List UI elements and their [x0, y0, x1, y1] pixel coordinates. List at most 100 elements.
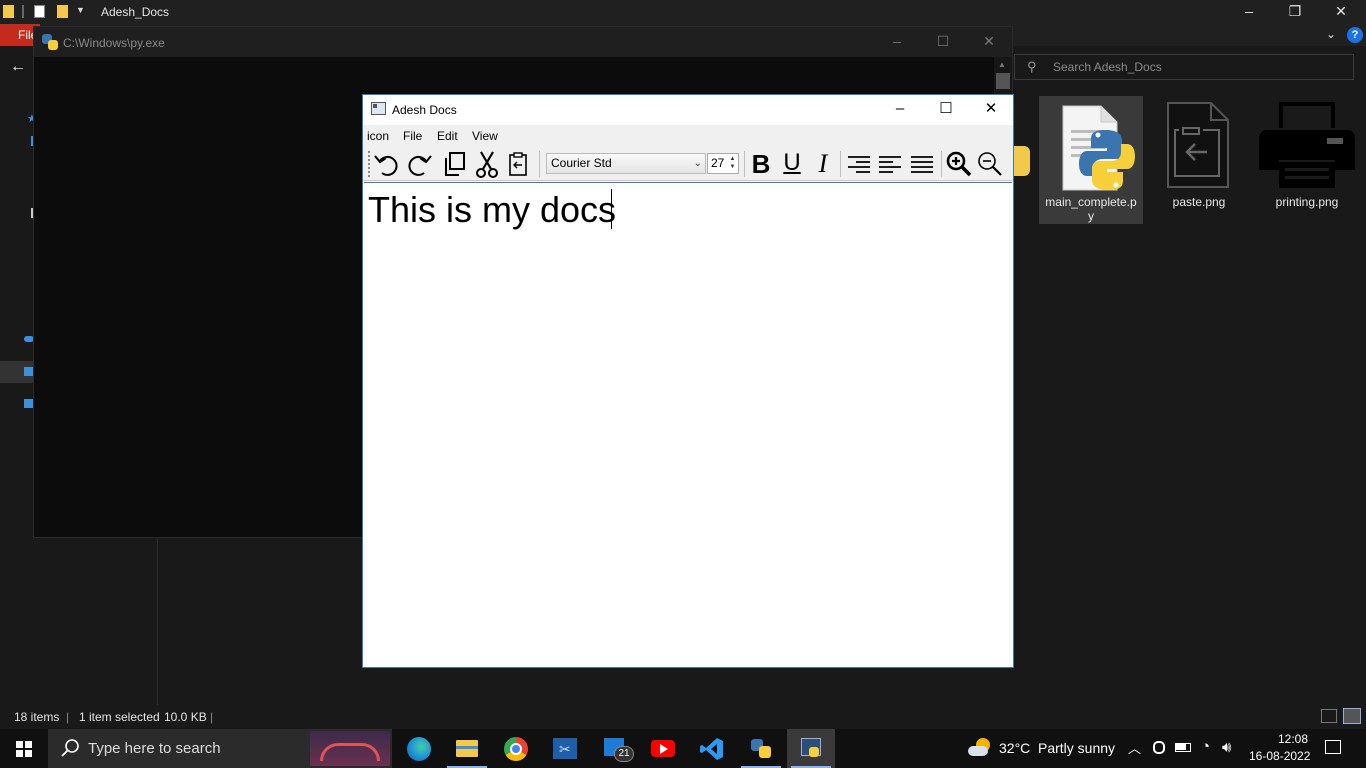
volume-icon[interactable]: 🔊︎ — [1222, 739, 1231, 756]
properties-icon[interactable] — [34, 5, 45, 18]
taskbar-youtube-icon[interactable] — [639, 729, 687, 768]
docs-maximize-button[interactable]: ☐ — [923, 95, 969, 125]
file-item-paste[interactable]: paste.png — [1147, 96, 1251, 224]
taskbar: Type here to search ✂ 21 32°C Partly sun… — [0, 729, 1366, 768]
file-name-line2: y — [1088, 209, 1094, 223]
taskbar-mail-icon[interactable]: 21 — [590, 729, 638, 768]
cut-icon[interactable] — [472, 149, 502, 179]
taskbar-chrome-icon[interactable] — [492, 729, 540, 768]
webcam-icon[interactable] — [1153, 741, 1165, 754]
clock-date[interactable]: 16-08-2022 — [1249, 749, 1310, 763]
file-label: paste.png — [1172, 195, 1226, 209]
explorer-restore-button[interactable]: ❐ — [1272, 0, 1318, 24]
toolbar-separator — [840, 151, 841, 177]
file-name-line1: main_complete.p — [1045, 195, 1137, 209]
windows-start-icon[interactable] — [0, 729, 48, 768]
details-view-icon[interactable] — [1321, 709, 1337, 723]
menu-edit[interactable]: Edit — [437, 129, 458, 143]
menu-icon[interactable]: icon — [367, 129, 389, 143]
zoom-in-icon[interactable] — [944, 149, 974, 179]
search-icon — [61, 739, 79, 757]
taskbar-search-box[interactable]: Type here to search — [48, 729, 392, 768]
scroll-up-icon[interactable]: ▲ — [998, 60, 1006, 69]
explorer-close-button[interactable]: ✕ — [1318, 0, 1364, 24]
large-icons-view-icon[interactable] — [1343, 708, 1361, 724]
align-left-icon[interactable] — [875, 149, 905, 179]
app-icon — [371, 102, 386, 115]
taskbar-vscode-icon[interactable] — [688, 729, 736, 768]
search-highlight-image[interactable] — [310, 731, 390, 766]
paste-icon[interactable] — [503, 149, 533, 179]
chevron-down-icon: ⌄ — [693, 158, 702, 169]
console-titlebar: C:\Windows\py.exe – ☐ ✕ — [34, 27, 1012, 57]
weather-partly-sunny-icon[interactable] — [968, 737, 992, 759]
file-item-main-complete[interactable]: main_complete.p y — [1039, 96, 1143, 224]
menu-file[interactable]: File — [403, 129, 422, 143]
customize-toolbar-icon[interactable]: ▼ — [76, 5, 87, 18]
folder-icon[interactable] — [1012, 146, 1030, 176]
file-label: main_complete.p y — [1039, 195, 1143, 223]
docs-minimize-button[interactable]: – — [877, 95, 923, 125]
explorer-status-bar: 18 items | 1 item selected 10.0 KB | — [0, 705, 1366, 729]
folder-icon — [3, 5, 14, 18]
explorer-minimize-button[interactable]: – — [1226, 0, 1272, 24]
wifi-icon[interactable]: ◔ — [1201, 738, 1210, 755]
font-family-select[interactable]: Courier Std ⌄ — [546, 153, 706, 174]
underline-icon[interactable]: U — [777, 149, 807, 179]
font-size-value: 27 — [711, 156, 725, 170]
weather-desc[interactable]: Partly sunny — [1038, 740, 1115, 756]
justify-icon[interactable] — [907, 149, 937, 179]
status-separator: | — [66, 710, 70, 724]
docs-toolbar: Courier Std ⌄ 27 ▲ ▼ B U I — [363, 147, 1013, 181]
status-selected: 1 item selected — [79, 710, 160, 724]
toolbar-separator — [941, 151, 942, 177]
explorer-titlebar: ▼ Adesh_Docs – ❐ ✕ — [0, 0, 1366, 24]
console-title: C:\Windows\py.exe — [63, 36, 165, 50]
taskbar-python-idle-icon[interactable] — [737, 729, 785, 768]
console-minimize-button[interactable]: – — [874, 30, 920, 54]
weather-temp[interactable]: 32°C — [999, 740, 1030, 756]
console-maximize-button[interactable]: ☐ — [920, 30, 966, 54]
status-separator: | — [210, 710, 214, 724]
docs-title: Adesh Docs — [392, 103, 457, 117]
redo-icon[interactable] — [404, 149, 434, 179]
document-content: This is my docs — [368, 189, 617, 230]
docs-close-button[interactable]: ✕ — [968, 95, 1014, 125]
spin-arrows-icon[interactable]: ▲ ▼ — [728, 155, 737, 172]
new-folder-icon[interactable] — [57, 5, 68, 18]
bold-icon[interactable]: B — [746, 149, 776, 179]
taskbar-python-app-icon[interactable] — [787, 729, 835, 768]
copy-icon[interactable] — [440, 149, 470, 179]
toolbar-separator — [744, 151, 745, 177]
zoom-out-icon[interactable] — [975, 149, 1005, 179]
battery-icon[interactable] — [1175, 743, 1191, 752]
help-icon[interactable]: ? — [1347, 27, 1363, 43]
undo-icon[interactable] — [372, 149, 402, 179]
file-item-printing[interactable]: printing.png — [1255, 96, 1359, 224]
console-close-button[interactable]: ✕ — [966, 30, 1012, 54]
status-item-count: 18 items — [14, 710, 60, 724]
font-size-spinbox[interactable]: 27 ▲ ▼ — [707, 153, 739, 174]
scrollbar-thumb[interactable] — [996, 73, 1010, 89]
menu-view[interactable]: View — [472, 129, 498, 143]
notifications-icon[interactable] — [1325, 740, 1341, 754]
separator — [22, 5, 24, 18]
paste-image-icon — [1167, 102, 1229, 188]
explorer-search-input[interactable]: ⚲ Search Adesh_Docs — [1014, 54, 1354, 80]
printer-image-icon — [1259, 102, 1355, 188]
docs-text-editor[interactable]: This is my docs — [364, 182, 1012, 667]
back-arrow-icon[interactable]: ← — [10, 58, 26, 76]
align-right-icon[interactable] — [844, 149, 874, 179]
font-family-value: Courier Std — [551, 156, 612, 170]
python-file-icon — [1062, 105, 1135, 191]
taskbar-file-explorer-icon[interactable] — [443, 729, 491, 768]
clock-time[interactable]: 12:08 — [1278, 732, 1308, 746]
italic-icon[interactable]: I — [808, 149, 838, 179]
taskbar-snipping-icon[interactable]: ✂ — [541, 729, 589, 768]
taskbar-search-placeholder: Type here to search — [88, 740, 221, 757]
expand-ribbon-icon[interactable]: ⌄ — [1326, 27, 1336, 41]
system-tray: 32°C Partly sunny ︿ ◔ 🔊︎ 12:08 16-08-202… — [960, 729, 1366, 768]
taskbar-edge-icon[interactable] — [395, 729, 443, 768]
show-hidden-icons-chevron-icon[interactable]: ︿ — [1128, 738, 1141, 757]
docs-titlebar: Adesh Docs – ☐ ✕ — [363, 95, 1013, 125]
